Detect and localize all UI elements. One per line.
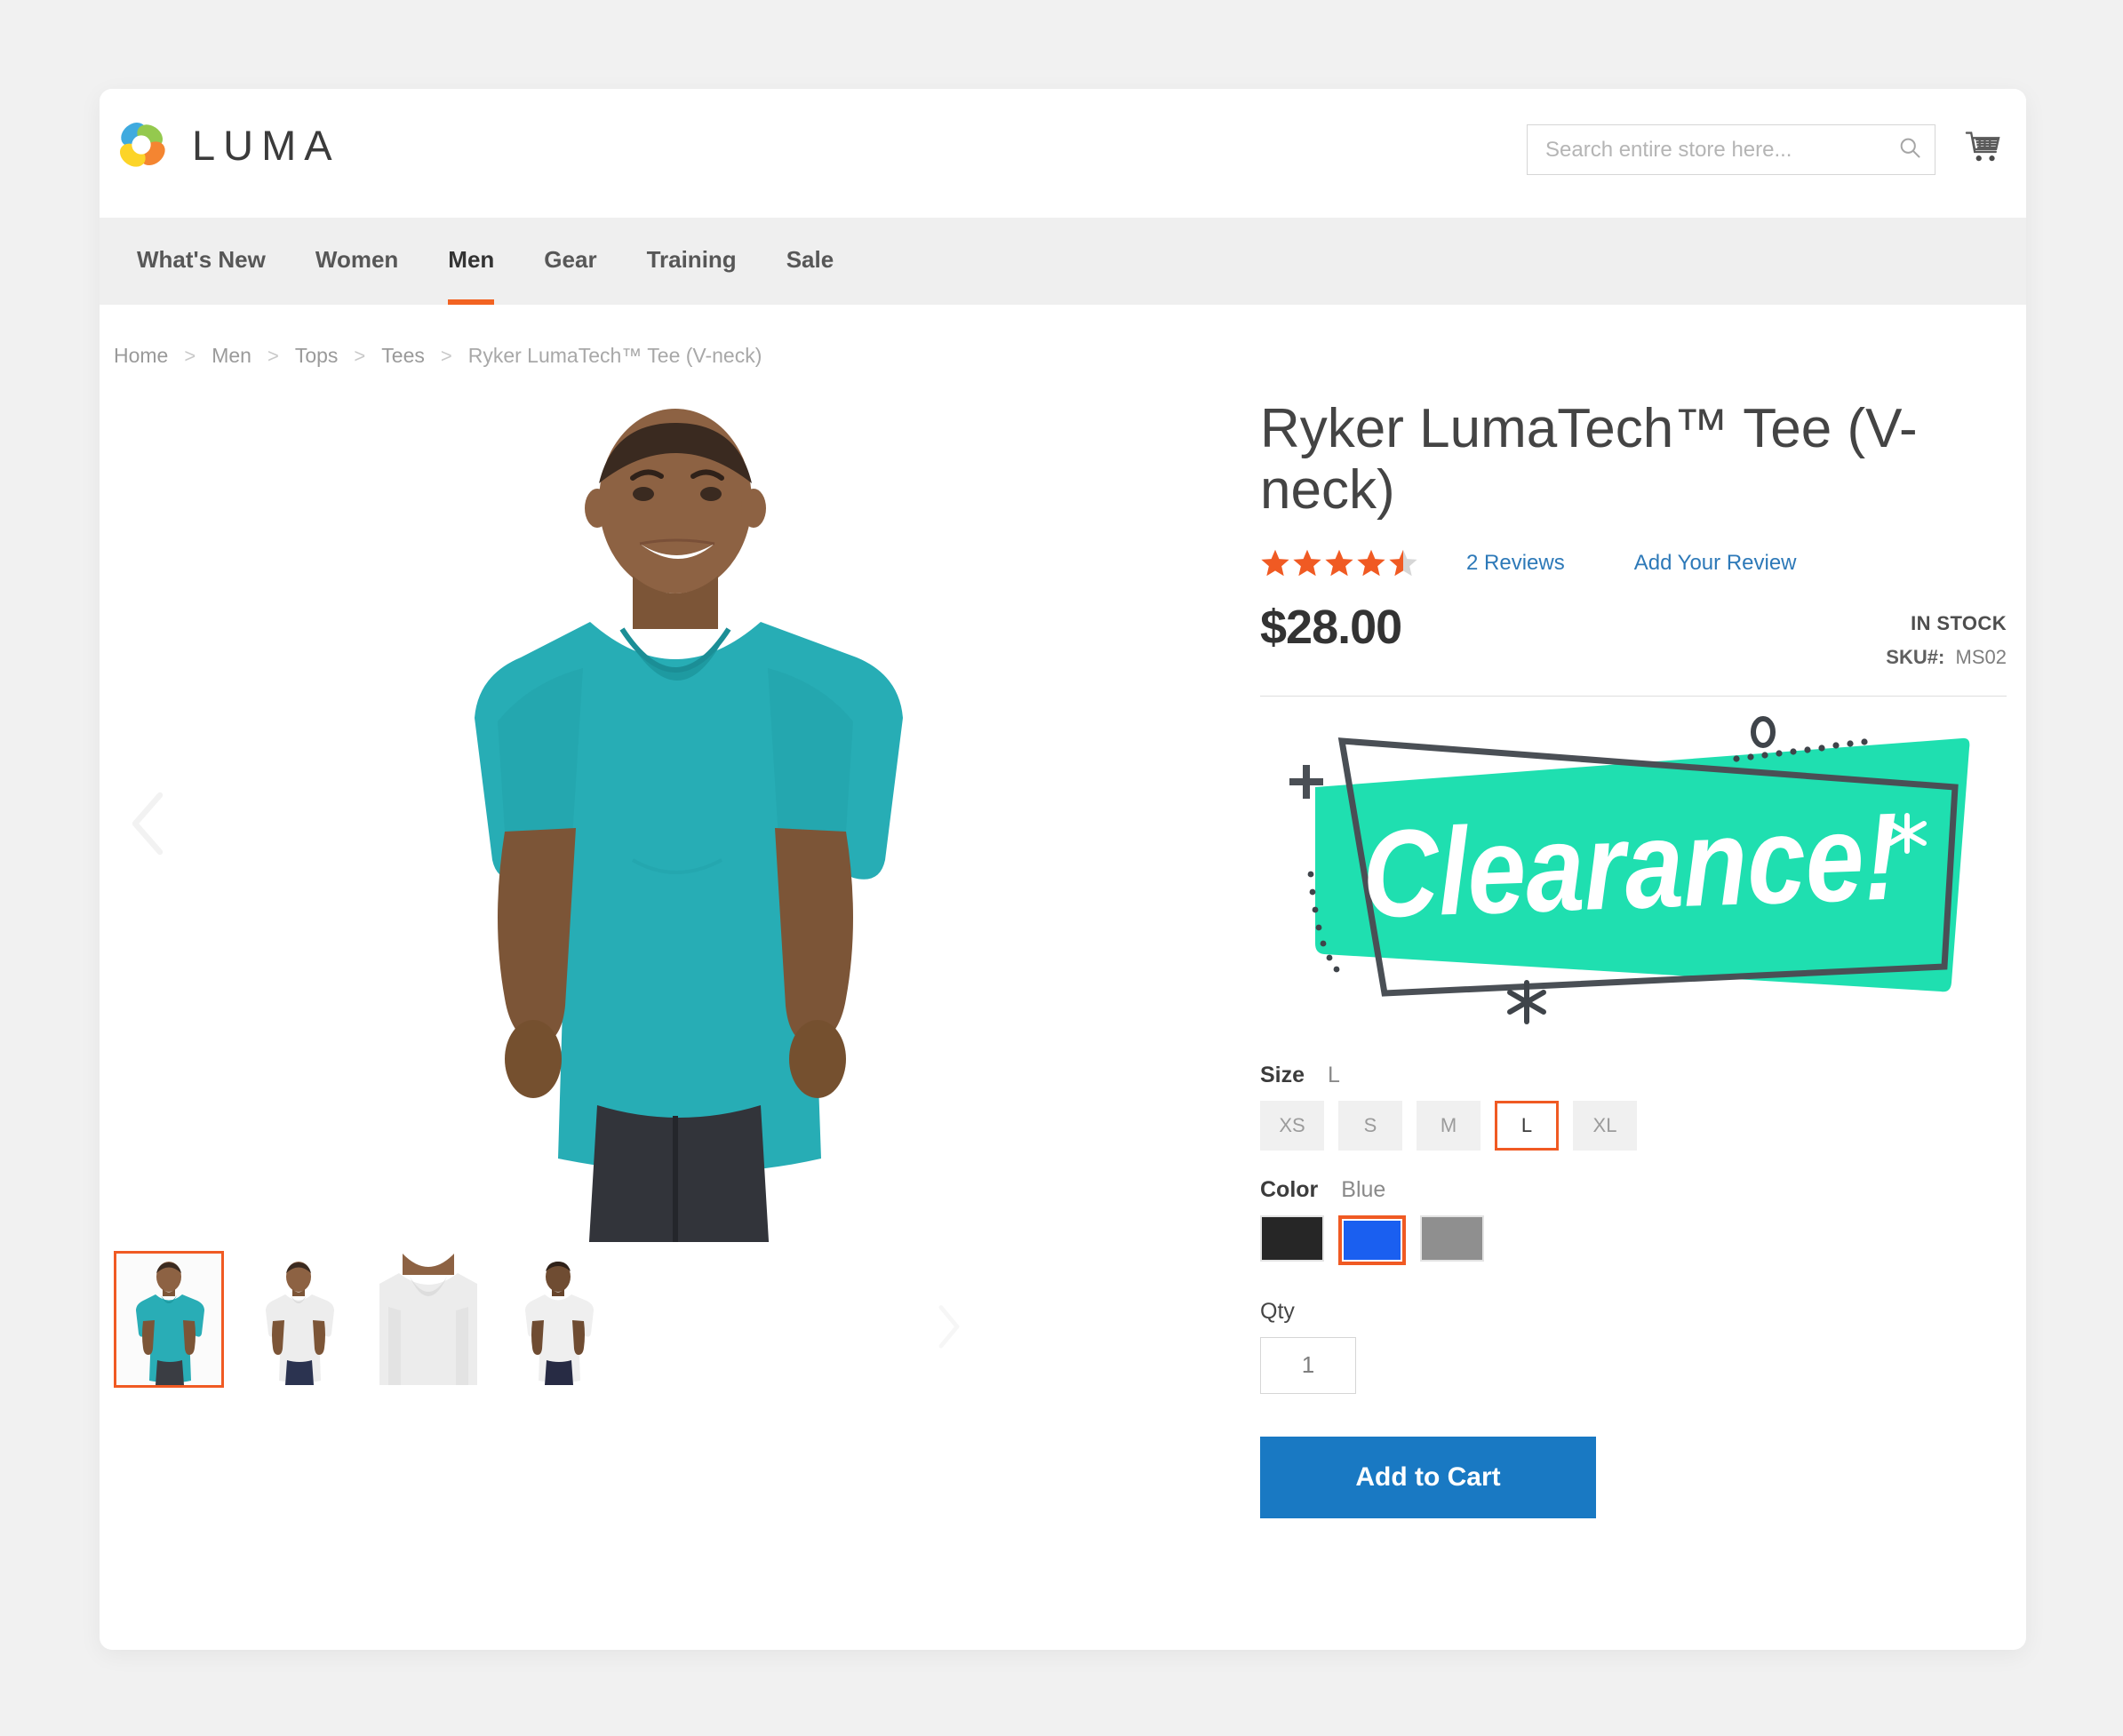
rating-stars[interactable]: [1260, 548, 1418, 578]
nav-item-women[interactable]: Women: [291, 218, 423, 305]
price-row: $28.00 IN STOCK SKU#: MS02: [1260, 600, 2007, 669]
add-to-cart-button[interactable]: Add to Cart: [1260, 1436, 1596, 1518]
rating-row: 2 Reviews Add Your Review: [1260, 548, 2007, 578]
product-gallery: [114, 398, 1233, 1518]
clearance-promo-banner: Clearance!: [1260, 715, 2007, 1036]
breadcrumb-item-tops[interactable]: Tops: [295, 344, 339, 368]
size-swatch-l[interactable]: L: [1495, 1100, 1559, 1151]
color-swatch-black[interactable]: [1260, 1214, 1324, 1262]
star-full-icon: [1293, 549, 1321, 577]
main-navigation: What's New Women Men Gear Training Sale: [100, 218, 2026, 305]
breadcrumb-current-page: Ryker LumaTech™ Tee (V-neck): [467, 344, 762, 367]
product-page-main: Ryker LumaTech™ Tee (V-neck) 2 Reviews A…: [100, 368, 2026, 1518]
clearance-badge-icon: Clearance!: [1289, 715, 1970, 1024]
size-swatch-m[interactable]: M: [1417, 1100, 1481, 1151]
size-swatch-group: XS S M L XL: [1260, 1100, 2007, 1151]
product-info: Ryker LumaTech™ Tee (V-neck) 2 Reviews A…: [1233, 398, 2021, 1518]
shopping-cart-icon[interactable]: [1962, 127, 2003, 172]
product-sku: SKU#: MS02: [1886, 646, 2007, 669]
add-your-review-link[interactable]: Add Your Review: [1634, 551, 1797, 576]
color-swatch-gray[interactable]: [1420, 1214, 1484, 1262]
color-option-header: Color Blue: [1260, 1177, 2007, 1203]
gallery-thumbnail-3[interactable]: [373, 1251, 483, 1388]
search-input[interactable]: [1544, 136, 1897, 163]
breadcrumb-item-tees[interactable]: Tees: [381, 344, 425, 368]
size-label: Size: [1260, 1062, 1305, 1087]
reviews-link[interactable]: 2 Reviews: [1466, 551, 1565, 576]
breadcrumb-separator-icon: >: [354, 344, 366, 367]
sku-value: MS02: [1955, 645, 2007, 668]
gallery-thumbnails: [114, 1242, 1233, 1388]
site-header: LUMA: [100, 89, 2026, 218]
color-label: Color: [1260, 1176, 1319, 1202]
nav-item-gear[interactable]: Gear: [519, 218, 621, 305]
star-full-icon: [1325, 549, 1353, 577]
gallery-next-chevron-right-icon[interactable]: [931, 1302, 967, 1349]
size-swatch-xl[interactable]: XL: [1573, 1100, 1637, 1151]
nav-item-whats-new[interactable]: What's New: [112, 218, 291, 305]
size-swatch-xs[interactable]: XS: [1260, 1100, 1324, 1151]
luma-flower-logo-icon: [114, 117, 169, 172]
color-selected-value: Blue: [1341, 1176, 1386, 1202]
breadcrumb: Home > Men > Tops > Tees > Ryker LumaTec…: [100, 305, 2026, 368]
search-icon[interactable]: [1897, 135, 1922, 164]
breadcrumb-item-men[interactable]: Men: [212, 344, 251, 368]
nav-item-training[interactable]: Training: [622, 218, 762, 305]
info-divider: [1260, 695, 2007, 697]
star-full-icon: [1357, 549, 1385, 577]
qty-label: Qty: [1260, 1298, 1295, 1324]
gallery-thumbnail-1[interactable]: [114, 1251, 224, 1388]
gallery-prev-chevron-left-icon[interactable]: [123, 788, 176, 856]
store-page-card: LUMA Search entire store here... What's …: [100, 89, 2026, 1650]
star-full-icon: [1261, 549, 1289, 577]
sku-label: SKU#:: [1886, 645, 1945, 668]
breadcrumb-separator-icon: >: [267, 344, 279, 367]
search-box[interactable]: [1527, 124, 1935, 175]
breadcrumb-item-home[interactable]: Home: [114, 344, 168, 368]
nav-item-sale[interactable]: Sale: [762, 218, 859, 305]
color-swatch-blue[interactable]: [1338, 1214, 1406, 1265]
brand-name: LUMA: [192, 121, 340, 169]
product-price: $28.00: [1260, 600, 1402, 654]
site-logo[interactable]: LUMA: [114, 117, 340, 172]
breadcrumb-separator-icon: >: [184, 344, 196, 367]
status-badge: IN STOCK: [1911, 611, 2007, 634]
gallery-thumbnail-4[interactable]: [503, 1251, 613, 1388]
star-half-icon: [1389, 549, 1417, 577]
header-actions: [1527, 124, 2003, 175]
clearance-text: Clearance!: [1361, 787, 1901, 944]
product-main-image[interactable]: [327, 398, 1020, 1242]
qty-input[interactable]: [1261, 1350, 1355, 1381]
size-selected-value: L: [1328, 1062, 1340, 1087]
breadcrumb-separator-icon: >: [440, 344, 452, 367]
availability-block: IN STOCK SKU#: MS02: [1886, 600, 2007, 669]
size-option-header: Size L: [1260, 1063, 2007, 1088]
gallery-stage: [114, 398, 1233, 1242]
size-swatch-s[interactable]: S: [1338, 1100, 1402, 1151]
page-title: Ryker LumaTech™ Tee (V-neck): [1260, 398, 1918, 522]
color-swatch-group: [1260, 1214, 2007, 1265]
nav-item-men[interactable]: Men: [423, 218, 519, 305]
gallery-thumbnail-2[interactable]: [243, 1251, 354, 1388]
qty-stepper[interactable]: [1260, 1336, 1356, 1394]
